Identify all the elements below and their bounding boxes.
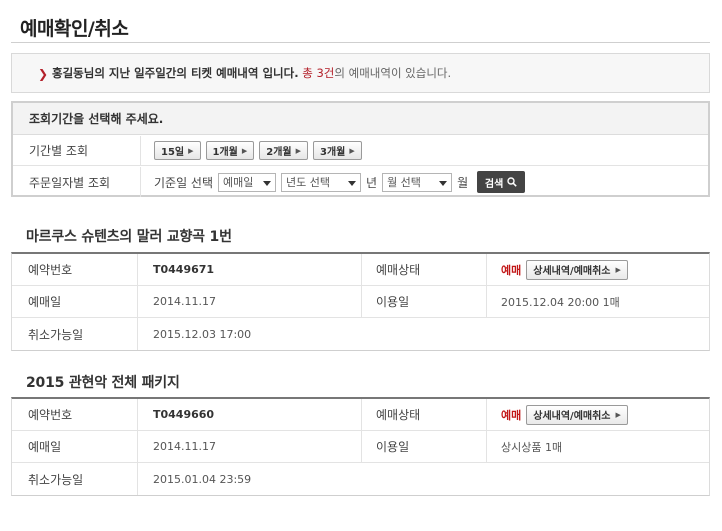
notice-user-text: 홍길동님의 지난 일주일간의 티켓 예매내역 입니다. xyxy=(52,66,299,80)
detail-cancel-label: 상세내역/예매취소 xyxy=(533,411,611,422)
period-1m-button[interactable]: 1개월 ▶ xyxy=(205,141,255,160)
booking-no-label: 예약번호 xyxy=(12,254,138,285)
status-badge: 예매 xyxy=(501,408,522,422)
triangle-right-icon: ▶ xyxy=(615,410,621,419)
booked-on-label: 예매일 xyxy=(12,286,138,317)
use-date-label: 이용일 xyxy=(362,431,487,462)
status-badge: 예매 xyxy=(501,263,522,277)
caret-down-icon xyxy=(439,180,448,186)
notice-text: 홍길동님의 지난 일주일간의 티켓 예매내역 입니다. 총 3건의 예매내역이 … xyxy=(52,65,451,81)
notice-count: 3건 xyxy=(316,66,335,80)
triangle-right-icon: ▶ xyxy=(241,146,248,155)
order-date-label: 주문일자별 조회 xyxy=(13,167,141,197)
cancel-until-label: 취소가능일 xyxy=(12,463,138,495)
booking-no-label: 예약번호 xyxy=(12,399,138,430)
period-search-panel: 조회기간을 선택해 주세요. 기간별 조회 15일 ▶ 1개월 ▶ 2개월 ▶ 3개월… xyxy=(11,101,710,197)
booking-title: 마르쿠스 슈텐츠의 말러 교향곡 1번 xyxy=(26,229,232,245)
triangle-right-icon: ▶ xyxy=(349,146,355,155)
period-3m-button[interactable]: 3개월 ▶ xyxy=(313,141,362,160)
table-row: 예약번호 T0449671 예매상태 예매 상세내역/예매취소 ▶ xyxy=(12,254,709,286)
booked-on-value: 2014.11.17 xyxy=(138,286,362,317)
triangle-right-icon: ▶ xyxy=(615,265,621,274)
status-cell: 예매 상세내역/예매취소 ▶ xyxy=(487,399,709,430)
base-date-value: 예매일 xyxy=(223,176,254,189)
period-2m-label: 2개월 xyxy=(266,147,292,158)
detail-cancel-button[interactable]: 상세내역/예매취소 ▶ xyxy=(526,259,628,280)
booking-table: 예약번호 T0449660 예매상태 예매 상세내역/예매취소 ▶ 예매일 201… xyxy=(11,397,710,496)
detail-cancel-button[interactable]: 상세내역/예매취소 ▶ xyxy=(526,404,628,425)
caret-down-icon xyxy=(263,180,272,186)
month-value: 월 선택 xyxy=(387,176,421,189)
order-date-row: 주문일자별 조회 기준일 선택 예매일 년도 선택 년 월 선택 월 검색 xyxy=(13,167,708,197)
detail-cancel-label: 상세내역/예매취소 xyxy=(533,266,611,277)
period-15d-button[interactable]: 15일 ▶ xyxy=(154,141,201,160)
base-date-label: 기준일 선택 xyxy=(154,175,214,190)
booking-summary-notice: ❯ 홍길동님의 지난 일주일간의 티켓 예매내역 입니다. 총 3건의 예매내역… xyxy=(11,53,710,93)
notice-total-prefix: 총 xyxy=(302,66,313,80)
caret-down-icon xyxy=(348,180,357,186)
year-value: 년도 선택 xyxy=(286,176,330,189)
period-label: 기간별 조회 xyxy=(13,136,141,165)
year-select[interactable]: 년도 선택 xyxy=(281,172,362,192)
booking-title: 2015 관현악 전체 패키지 xyxy=(26,375,180,391)
base-date-select[interactable]: 예매일 xyxy=(218,172,277,192)
status-cell: 예매 상세내역/예매취소 ▶ xyxy=(487,254,709,285)
cancel-until-label: 취소가능일 xyxy=(12,318,138,350)
booking-no-value: T0449660 xyxy=(138,399,362,430)
period-row: 기간별 조회 15일 ▶ 1개월 ▶ 2개월 ▶ 3개월 ▶ xyxy=(13,136,708,166)
status-label: 예매상태 xyxy=(362,254,487,285)
use-date-label: 이용일 xyxy=(362,286,487,317)
period-3m-label: 3개월 xyxy=(320,147,346,158)
notice-suffix: 의 예매내역이 있습니다. xyxy=(334,66,452,80)
period-15d-label: 15일 xyxy=(161,147,185,158)
table-row: 예매일 2014.11.17 이용일 상시상품 1매 xyxy=(12,431,709,463)
chevron-right-icon: ❯ xyxy=(38,67,49,81)
page-title: 예매확인/취소 xyxy=(20,18,129,40)
search-icon xyxy=(507,177,518,187)
period-2m-button[interactable]: 2개월 ▶ xyxy=(259,141,309,160)
use-date-value: 2015.12.04 20:00 1매 xyxy=(501,295,620,309)
booking-no-value: T0449671 xyxy=(138,254,362,285)
use-date-value: 상시상품 1매 xyxy=(501,440,563,454)
search-button[interactable]: 검색 xyxy=(477,171,526,193)
table-row: 예매일 2014.11.17 이용일 2015.12.04 20:00 1매 xyxy=(12,286,709,318)
cancel-until-value: 2015.01.04 23:59 xyxy=(153,472,252,486)
search-button-label: 검색 xyxy=(484,178,504,190)
booked-on-value: 2014.11.17 xyxy=(138,431,362,462)
booking-table: 예약번호 T0449671 예매상태 예매 상세내역/예매취소 ▶ 예매일 201… xyxy=(11,252,710,351)
year-unit: 년 xyxy=(366,175,378,190)
booked-on-label: 예매일 xyxy=(12,431,138,462)
month-unit: 월 xyxy=(457,175,469,190)
table-row: 예약번호 T0449660 예매상태 예매 상세내역/예매취소 ▶ xyxy=(12,399,709,431)
search-heading: 조회기간을 선택해 주세요. xyxy=(13,103,708,135)
period-1m-label: 1개월 xyxy=(212,147,238,158)
cancel-until-value: 2015.12.03 17:00 xyxy=(153,327,252,341)
triangle-right-icon: ▶ xyxy=(188,146,194,155)
triangle-right-icon: ▶ xyxy=(295,146,302,155)
status-label: 예매상태 xyxy=(362,399,487,430)
table-row: 취소가능일 2015.01.04 23:59 xyxy=(12,463,709,495)
table-row: 취소가능일 2015.12.03 17:00 xyxy=(12,318,709,350)
month-select[interactable]: 월 선택 xyxy=(382,172,453,192)
title-divider xyxy=(11,42,710,43)
